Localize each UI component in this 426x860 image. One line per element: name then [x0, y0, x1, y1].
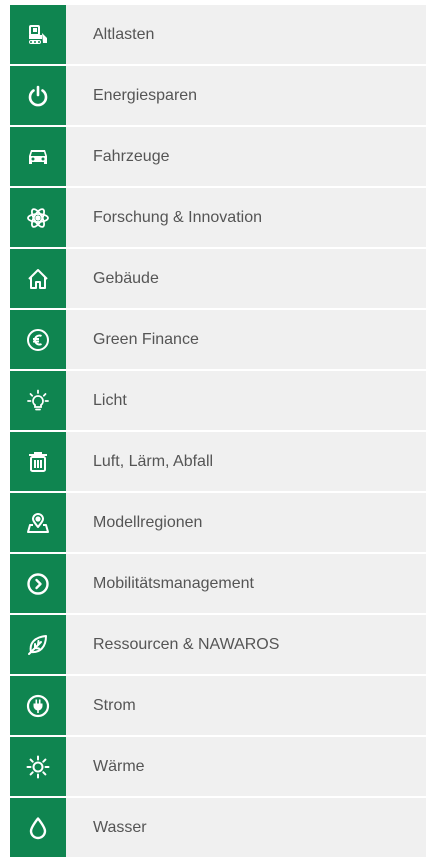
- menu-item-strom[interactable]: Strom: [10, 676, 426, 735]
- menu-item-label: Green Finance: [66, 310, 426, 369]
- menu-item-label: Modellregionen: [66, 493, 426, 552]
- menu-item-forschung[interactable]: Forschung & Innovation: [10, 188, 426, 247]
- menu-item-green-finance[interactable]: Green Finance: [10, 310, 426, 369]
- category-menu: Altlasten Energiesparen Fahrzeuge Forsch…: [0, 0, 426, 860]
- menu-item-label: Altlasten: [66, 5, 426, 64]
- menu-item-label: Licht: [66, 371, 426, 430]
- map-pin-icon: [10, 493, 66, 552]
- menu-item-energiesparen[interactable]: Energiesparen: [10, 66, 426, 125]
- menu-item-altlasten[interactable]: Altlasten: [10, 5, 426, 64]
- menu-item-ressourcen[interactable]: Ressourcen & NAWAROS: [10, 615, 426, 674]
- menu-item-label: Wasser: [66, 798, 426, 857]
- sun-icon: [10, 737, 66, 796]
- menu-item-luft-laerm-abfall[interactable]: Luft, Lärm, Abfall: [10, 432, 426, 491]
- menu-item-label: Forschung & Innovation: [66, 188, 426, 247]
- trash-icon: [10, 432, 66, 491]
- car-icon: [10, 127, 66, 186]
- menu-item-waerme[interactable]: Wärme: [10, 737, 426, 796]
- menu-item-label: Luft, Lärm, Abfall: [66, 432, 426, 491]
- menu-item-label: Gebäude: [66, 249, 426, 308]
- house-icon: [10, 249, 66, 308]
- atom-icon: [10, 188, 66, 247]
- menu-item-wasser[interactable]: Wasser: [10, 798, 426, 857]
- excavator-icon: [10, 5, 66, 64]
- menu-item-label: Fahrzeuge: [66, 127, 426, 186]
- leaf-icon: [10, 615, 66, 674]
- menu-item-mobilitaetsmanagement[interactable]: Mobilitätsmanagement: [10, 554, 426, 613]
- menu-item-label: Mobilitätsmanagement: [66, 554, 426, 613]
- water-drop-icon: [10, 798, 66, 857]
- circle-chevron-icon: [10, 554, 66, 613]
- menu-item-gebaeude[interactable]: Gebäude: [10, 249, 426, 308]
- menu-item-label: Ressourcen & NAWAROS: [66, 615, 426, 674]
- menu-item-label: Energiesparen: [66, 66, 426, 125]
- menu-item-label: Strom: [66, 676, 426, 735]
- power-icon: [10, 66, 66, 125]
- menu-item-label: Wärme: [66, 737, 426, 796]
- menu-item-fahrzeuge[interactable]: Fahrzeuge: [10, 127, 426, 186]
- plug-icon: [10, 676, 66, 735]
- menu-item-modellregionen[interactable]: Modellregionen: [10, 493, 426, 552]
- lightbulb-icon: [10, 371, 66, 430]
- menu-item-licht[interactable]: Licht: [10, 371, 426, 430]
- euro-icon: [10, 310, 66, 369]
